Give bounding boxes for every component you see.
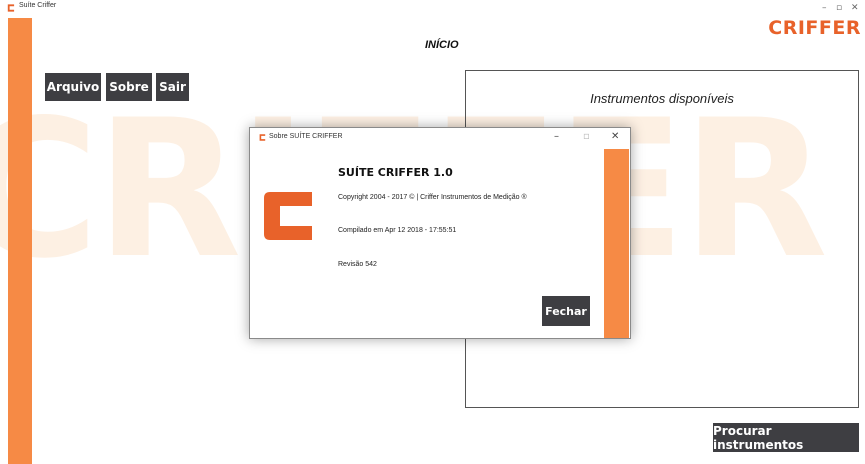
window-titlebar: Suíte Criffer – ▫ ✕ [0,0,865,16]
instruments-panel-title: Instrumentos disponíveis [590,91,734,106]
sair-button[interactable]: Sair [156,73,189,101]
about-dialog: Sobre SUÍTE CRIFFER – ▫ ✕ SUÍTE CRIFFER … [249,127,631,339]
criffer-big-c-icon [264,192,312,240]
dialog-maximize-icon: ▫ [583,131,590,142]
close-icon[interactable]: ✕ [851,4,859,13]
sobre-button[interactable]: Sobre [106,73,152,101]
fechar-button[interactable]: Fechar [542,296,590,326]
left-accent-bar [8,18,32,464]
dialog-accent-bar [604,149,629,338]
maximize-icon[interactable]: ▫ [836,4,842,13]
dialog-minimize-icon[interactable]: – [554,131,559,142]
revision-text: Revisão 542 [338,261,377,268]
dialog-close-icon[interactable]: ✕ [611,131,619,142]
compiled-text: Compilado em Apr 12 2018 - 17:55:51 [338,227,457,234]
criffer-c-icon [259,134,266,141]
window-title: Suíte Criffer [19,2,57,9]
page-title: INÍCIO [425,39,459,51]
search-instruments-button[interactable]: Procurar instrumentos [713,423,859,452]
minimize-icon[interactable]: – [822,4,827,13]
copyright-text: Copyright 2004 - 2017 © | Criffer Instru… [338,194,527,201]
dialog-title: Sobre SUÍTE CRIFFER [269,133,343,140]
dialog-titlebar: Sobre SUÍTE CRIFFER – ▫ ✕ [250,128,630,148]
criffer-logo: CRIFFER [768,17,861,39]
product-name: SUÍTE CRIFFER 1.0 [338,166,453,179]
criffer-c-icon [7,4,15,12]
arquivo-button[interactable]: Arquivo [45,73,101,101]
